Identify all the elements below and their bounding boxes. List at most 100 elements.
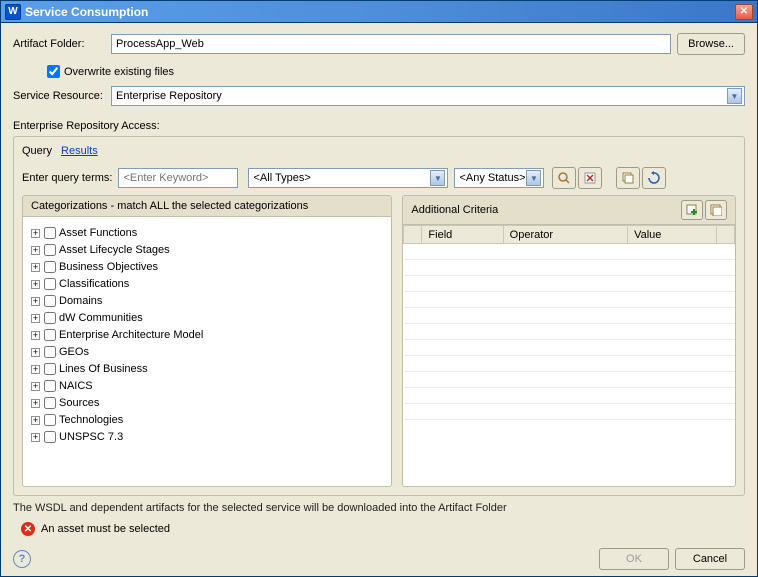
- tree-label: GEOs: [59, 346, 89, 358]
- tree-item[interactable]: +Technologies: [31, 412, 383, 428]
- copy-button[interactable]: [616, 167, 640, 189]
- expand-icon[interactable]: +: [31, 246, 40, 255]
- tree-checkbox[interactable]: [44, 244, 56, 256]
- status-select[interactable]: <Any Status> ▼: [454, 168, 544, 188]
- artifact-folder-input[interactable]: [111, 34, 671, 54]
- tree-item[interactable]: +Lines Of Business: [31, 361, 383, 377]
- types-select[interactable]: <All Types> ▼: [248, 168, 448, 188]
- expand-icon[interactable]: +: [31, 416, 40, 425]
- service-resource-label: Service Resource:: [13, 90, 111, 102]
- tree-label: Classifications: [59, 278, 129, 290]
- tree-checkbox[interactable]: [44, 363, 56, 375]
- table-row: [404, 324, 735, 340]
- expand-icon[interactable]: +: [31, 297, 40, 306]
- enter-terms-label: Enter query terms:: [22, 172, 112, 184]
- help-icon[interactable]: ?: [13, 550, 31, 568]
- tree-item[interactable]: + UNSPSC 7.3: [31, 429, 383, 445]
- repo-access-group: Query Results Enter query terms: <All Ty…: [13, 136, 745, 496]
- keyword-input[interactable]: [118, 168, 238, 188]
- dialog-title: Service Consumption: [25, 5, 735, 19]
- tree-label: UNSPSC 7.3: [59, 431, 123, 443]
- expand-icon[interactable]: +: [31, 263, 40, 272]
- col-blank[interactable]: [404, 226, 422, 244]
- app-icon: W: [5, 4, 21, 20]
- tree-item[interactable]: + Classifications: [31, 276, 383, 292]
- tree-checkbox[interactable]: [44, 431, 56, 443]
- col-operator[interactable]: Operator: [503, 226, 627, 244]
- search-icon: [557, 171, 571, 185]
- tree-checkbox[interactable]: [44, 261, 56, 273]
- expand-icon[interactable]: +: [31, 229, 40, 238]
- clear-button[interactable]: [578, 167, 602, 189]
- refresh-button[interactable]: [642, 167, 666, 189]
- expand-icon[interactable]: +: [31, 314, 40, 323]
- expand-icon[interactable]: +: [31, 365, 40, 374]
- tree-item[interactable]: +Domains: [31, 293, 383, 309]
- tree-item[interactable]: + Business Objectives: [31, 259, 383, 275]
- browse-button[interactable]: Browse...: [677, 33, 745, 55]
- tree-checkbox[interactable]: [44, 295, 56, 307]
- copy-icon: [621, 171, 635, 185]
- criteria-table: Field Operator Value: [403, 225, 735, 420]
- tree-label: dW Communities: [59, 312, 143, 324]
- status-value: <Any Status>: [459, 172, 525, 184]
- chevron-down-icon: ▼: [430, 170, 445, 186]
- tree-item[interactable]: + NAICS: [31, 378, 383, 394]
- page-icon: [710, 204, 722, 216]
- table-row: [404, 292, 735, 308]
- overwrite-checkbox[interactable]: [47, 65, 60, 78]
- add-criteria-button[interactable]: [681, 200, 703, 220]
- overwrite-label: Overwrite existing files: [64, 66, 174, 78]
- table-row: [404, 356, 735, 372]
- table-row: [404, 340, 735, 356]
- ok-button[interactable]: OK: [599, 548, 669, 570]
- tab-row: Query Results: [22, 145, 736, 157]
- tree-item[interactable]: + Sources: [31, 395, 383, 411]
- expand-icon[interactable]: +: [31, 382, 40, 391]
- tree-checkbox[interactable]: [44, 397, 56, 409]
- tab-results[interactable]: Results: [61, 145, 98, 157]
- titlebar: W Service Consumption ✕: [1, 1, 757, 23]
- tree-item[interactable]: +Asset Lifecycle Stages: [31, 242, 383, 258]
- tree-checkbox[interactable]: [44, 312, 56, 324]
- categorizations-title: Categorizations - match ALL the selected…: [31, 200, 383, 212]
- table-row: [404, 372, 735, 388]
- table-row: [404, 244, 735, 260]
- tree-checkbox[interactable]: [44, 346, 56, 358]
- tree-item[interactable]: +Asset Functions: [31, 225, 383, 241]
- chevron-down-icon: ▼: [727, 88, 742, 104]
- remove-criteria-button[interactable]: [705, 200, 727, 220]
- expand-icon[interactable]: +: [31, 433, 40, 442]
- tree-checkbox[interactable]: [44, 278, 56, 290]
- expand-icon[interactable]: +: [31, 280, 40, 289]
- categorizations-tree[interactable]: +Asset Functions+Asset Lifecycle Stages+…: [23, 217, 391, 486]
- add-icon: [686, 204, 698, 216]
- repo-access-label: Enterprise Repository Access:: [13, 120, 745, 132]
- tree-item[interactable]: + GEOs: [31, 344, 383, 360]
- tab-query[interactable]: Query: [22, 145, 52, 157]
- service-resource-select[interactable]: Enterprise Repository ▼: [111, 86, 745, 106]
- col-end[interactable]: [717, 226, 735, 244]
- tree-checkbox[interactable]: [44, 329, 56, 341]
- clear-icon: [583, 171, 597, 185]
- types-value: <All Types>: [253, 172, 310, 184]
- tree-item[interactable]: + dW Communities: [31, 310, 383, 326]
- col-field[interactable]: Field: [422, 226, 503, 244]
- expand-icon[interactable]: +: [31, 331, 40, 340]
- tree-checkbox[interactable]: [44, 227, 56, 239]
- col-value[interactable]: Value: [628, 226, 717, 244]
- table-row: [404, 276, 735, 292]
- table-row: [404, 404, 735, 420]
- tree-label: NAICS: [59, 380, 93, 392]
- table-row: [404, 308, 735, 324]
- search-button[interactable]: [552, 167, 576, 189]
- cancel-button[interactable]: Cancel: [675, 548, 745, 570]
- tree-item[interactable]: +Enterprise Architecture Model: [31, 327, 383, 343]
- expand-icon[interactable]: +: [31, 348, 40, 357]
- close-icon[interactable]: ✕: [735, 4, 753, 20]
- tree-label: Sources: [59, 397, 99, 409]
- expand-icon[interactable]: +: [31, 399, 40, 408]
- tree-checkbox[interactable]: [44, 414, 56, 426]
- tree-checkbox[interactable]: [44, 380, 56, 392]
- tree-label: Business Objectives: [59, 261, 158, 273]
